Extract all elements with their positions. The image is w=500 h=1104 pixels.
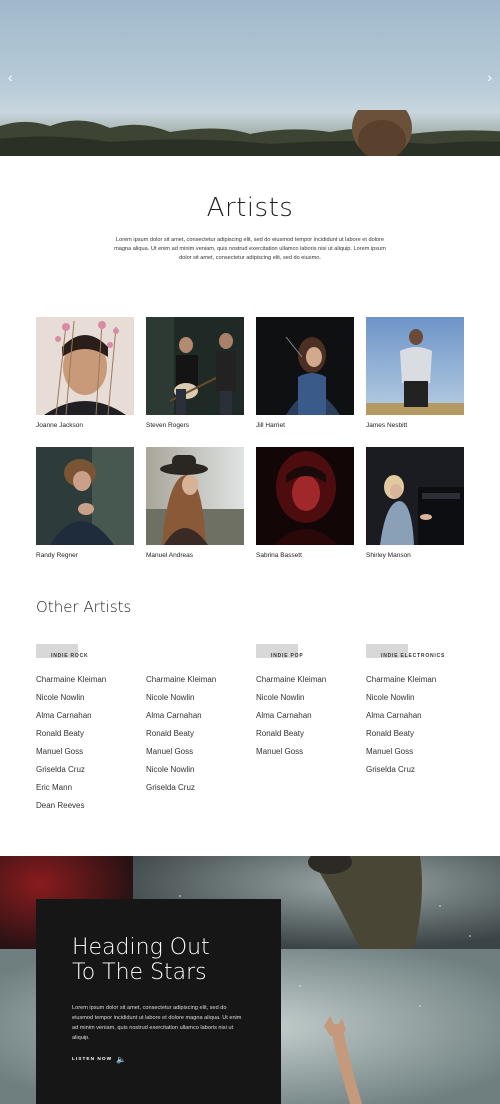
carousel-next-button[interactable]: › bbox=[487, 70, 492, 84]
artist-link[interactable]: Nicole Nowlin bbox=[146, 765, 216, 783]
listen-now-label: LISTEN NOW bbox=[72, 1057, 113, 1062]
artist-link[interactable]: Eric Mann bbox=[36, 783, 106, 801]
artist-link[interactable]: Charmaine Kleiman bbox=[36, 675, 106, 693]
genre-column: INDIE ROCK Charmaine Kleiman Nicole Nowl… bbox=[36, 644, 146, 810]
artist-name[interactable]: Jill Harriet bbox=[256, 422, 354, 429]
genre-tag[interactable]: INDIE POP bbox=[256, 644, 309, 659]
feature-body: Lorem ipsum dolor sit amet, consectetur … bbox=[72, 1005, 242, 1041]
artist-link[interactable]: Ronald Beaty bbox=[256, 729, 326, 747]
artist-photo[interactable] bbox=[36, 317, 134, 415]
artist-link[interactable]: Manuel Goss bbox=[146, 747, 216, 765]
artist-link[interactable]: Griselda Cruz bbox=[36, 765, 106, 783]
hero-banner: ‹ › bbox=[0, 0, 500, 156]
chevron-left-icon: ‹ bbox=[8, 69, 13, 85]
artist-link[interactable]: Alma Carnahan bbox=[146, 711, 216, 729]
feature-heading: Heading Out To The Stars bbox=[72, 935, 210, 985]
artist-link[interactable]: Dean Reeves bbox=[36, 801, 106, 819]
chevron-right-icon: › bbox=[487, 69, 492, 85]
genre-column: INDIE ELECTRONICS Charmaine Kleiman Nico… bbox=[366, 644, 476, 774]
genre-column: INDIE POP Charmaine Kleiman Nicole Nowli… bbox=[256, 644, 366, 756]
genre-tag[interactable]: INDIE ELECTRONICS bbox=[366, 644, 451, 659]
artist-name[interactable]: James Nesbitt bbox=[366, 422, 464, 429]
genre-tag[interactable]: INDIE ROCK bbox=[36, 644, 94, 659]
artist-photo[interactable] bbox=[366, 317, 464, 415]
artist-card[interactable]: Jill Harriet bbox=[256, 317, 354, 429]
artist-photo[interactable] bbox=[366, 447, 464, 545]
listen-now-button[interactable]: LISTEN NOW 🔈 bbox=[72, 1055, 127, 1064]
artist-link[interactable]: Charmaine Kleiman bbox=[146, 675, 216, 693]
hero-background-image bbox=[0, 110, 500, 156]
artist-photo[interactable] bbox=[146, 317, 244, 415]
artist-name[interactable]: Shirley Manson bbox=[366, 552, 464, 559]
artists-title: Artists bbox=[206, 193, 294, 223]
artist-link[interactable]: Alma Carnahan bbox=[36, 711, 106, 729]
artist-list: Charmaine Kleiman Nicole Nowlin Alma Car… bbox=[256, 675, 326, 765]
artist-card[interactable]: Shirley Manson bbox=[366, 447, 464, 559]
artist-link[interactable]: Alma Carnahan bbox=[366, 711, 436, 729]
artist-card[interactable]: Manuel Andreas bbox=[146, 447, 244, 559]
artist-list: Charmaine Kleiman Nicole Nowlin Alma Car… bbox=[36, 675, 106, 819]
artist-link[interactable]: Griselda Cruz bbox=[366, 765, 436, 783]
artist-name[interactable]: Steven Rogers bbox=[146, 422, 244, 429]
carousel-prev-button[interactable]: ‹ bbox=[8, 70, 13, 84]
artist-name[interactable]: Sabrina Bassett bbox=[256, 552, 354, 559]
artist-link[interactable]: Ronald Beaty bbox=[366, 729, 436, 747]
artist-name[interactable]: Joanne Jackson bbox=[36, 422, 134, 429]
artist-link[interactable]: Ronald Beaty bbox=[36, 729, 106, 747]
artist-link[interactable]: Nicole Nowlin bbox=[36, 693, 106, 711]
artist-card[interactable]: James Nesbitt bbox=[366, 317, 464, 429]
artist-card[interactable]: Sabrina Bassett bbox=[256, 447, 354, 559]
artist-card[interactable]: Joanne Jackson bbox=[36, 317, 134, 429]
artist-link[interactable]: Nicole Nowlin bbox=[256, 693, 326, 711]
artist-photo[interactable] bbox=[146, 447, 244, 545]
artist-link[interactable]: Charmaine Kleiman bbox=[256, 675, 326, 693]
artist-link[interactable]: Manuel Goss bbox=[256, 747, 326, 765]
artist-list: Charmaine Kleiman Nicole Nowlin Alma Car… bbox=[366, 675, 436, 783]
artist-link[interactable]: Manuel Goss bbox=[366, 747, 436, 765]
artist-link[interactable]: Nicole Nowlin bbox=[366, 693, 436, 711]
artist-name[interactable]: Manuel Andreas bbox=[146, 552, 244, 559]
artist-list: Charmaine Kleiman Nicole Nowlin Alma Car… bbox=[146, 675, 216, 801]
artist-card[interactable]: Steven Rogers bbox=[146, 317, 244, 429]
speaker-icon: 🔈 bbox=[116, 1055, 128, 1064]
artists-intro: Lorem ipsum dolor sit amet, consectetur … bbox=[114, 237, 386, 261]
artist-card[interactable]: Randy Regner bbox=[36, 447, 134, 559]
artist-link[interactable]: Griselda Cruz bbox=[146, 783, 216, 801]
feature-panel: Heading Out To The Stars Lorem ipsum dol… bbox=[36, 899, 281, 1104]
artist-photo[interactable] bbox=[256, 317, 354, 415]
artist-link[interactable]: Manuel Goss bbox=[36, 747, 106, 765]
artist-link[interactable]: Ronald Beaty bbox=[146, 729, 216, 747]
artist-photo[interactable] bbox=[256, 447, 354, 545]
artist-link[interactable]: Charmaine Kleiman bbox=[366, 675, 436, 693]
other-artists-title: Other Artists bbox=[36, 598, 132, 616]
artist-link[interactable]: Nicole Nowlin bbox=[146, 693, 216, 711]
artist-name[interactable]: Randy Regner bbox=[36, 552, 134, 559]
artist-photo[interactable] bbox=[36, 447, 134, 545]
artist-link[interactable]: Alma Carnahan bbox=[256, 711, 326, 729]
